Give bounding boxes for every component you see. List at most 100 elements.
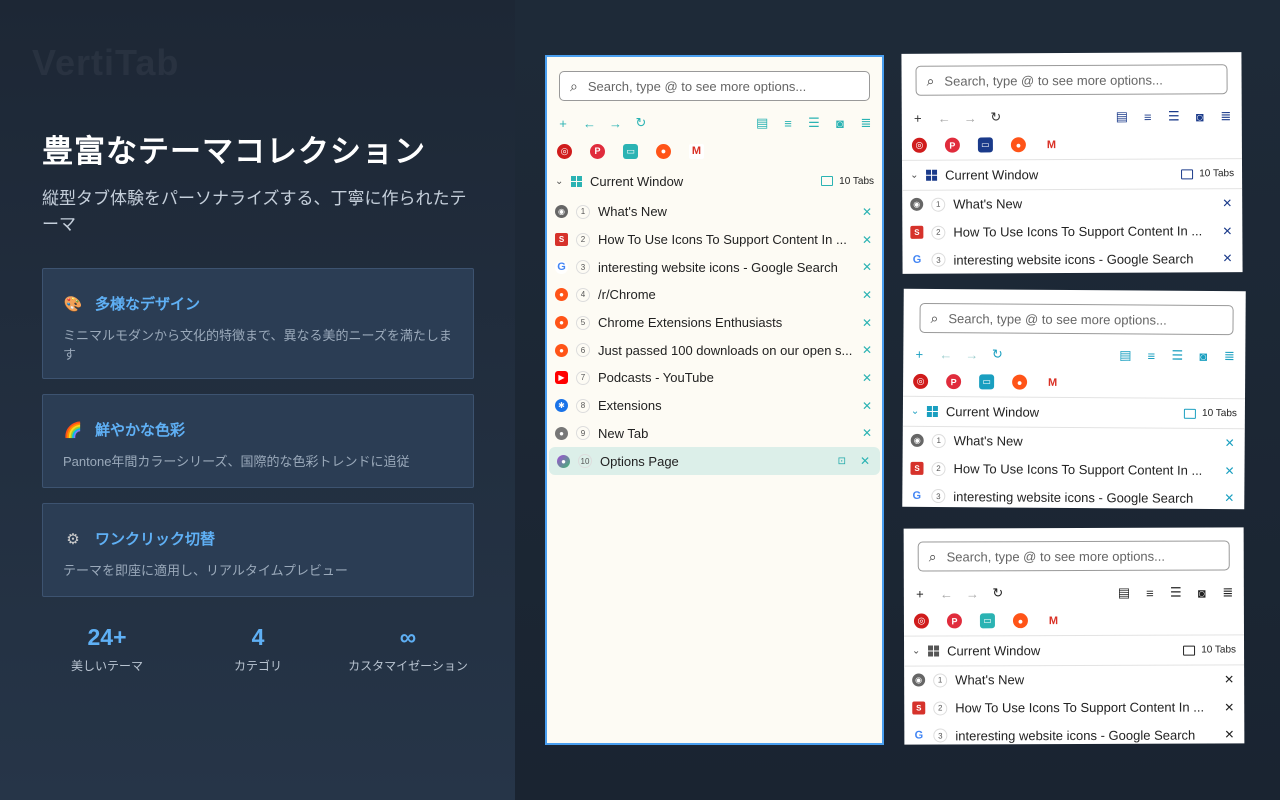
menu-icon[interactable]: ≣: [860, 115, 872, 131]
back-icon: ←: [939, 346, 953, 362]
close-icon: ✕: [1224, 727, 1235, 742]
feature-title: 鮮やかな色彩: [95, 422, 186, 439]
tab-title: How To Use Icons To Support Content In .…: [598, 232, 847, 248]
screenshot-icon[interactable]: ◙: [834, 116, 846, 131]
windows-icon: [571, 175, 582, 187]
tab-title: What's New: [953, 196, 1023, 212]
tab-title: What's New: [598, 204, 667, 220]
close-icon[interactable]: ✕: [860, 426, 874, 440]
search-input: ⌕ Search, type @ to see more options...: [915, 64, 1228, 96]
close-icon[interactable]: ✕: [860, 233, 874, 247]
window-title: Current Window: [945, 404, 1040, 420]
tab-title: What's New: [955, 672, 1025, 688]
newtab-icon: ●: [555, 426, 568, 440]
tab-title: Podcasts - YouTube: [598, 370, 714, 386]
close-icon[interactable]: ✕: [860, 343, 874, 357]
tab-item[interactable]: ✱ 8 Extensions ✕: [547, 392, 882, 420]
reddit-icon[interactable]: ●: [656, 143, 671, 159]
bilibili-icon: ▭: [979, 374, 995, 390]
tab-item: ◉ 1 What's New ✕: [904, 665, 1244, 694]
back-icon: ←: [939, 585, 953, 601]
tab-item[interactable]: ● 9 New Tab ✕: [547, 420, 882, 448]
tab-item[interactable]: ▶ 7 Podcasts - YouTube ✕: [547, 364, 882, 392]
new-tab-icon[interactable]: +: [557, 116, 569, 131]
tab-item-active[interactable]: ● 10 Options Page ⊡ ✕: [549, 447, 880, 475]
new-tab-icon: +: [913, 110, 922, 126]
theme-preview-1[interactable]: ⌕ Search, type @ to see more options... …: [901, 52, 1243, 274]
puzzle-icon: ✱: [555, 399, 568, 413]
gmail-icon: M: [1043, 137, 1059, 153]
search-icon: ⌕: [926, 72, 935, 89]
search-placeholder: Search, type @ to see more options...: [946, 548, 1166, 564]
rainbow-icon: 🌈: [63, 421, 83, 439]
tab-number: 2: [931, 461, 946, 476]
group-icon: ▤: [1115, 108, 1129, 124]
tab-number: 4: [576, 287, 590, 302]
theme-preview-2[interactable]: ⌕ Search, type @ to see more options... …: [902, 288, 1246, 510]
close-icon[interactable]: ✕: [860, 371, 874, 385]
gmail-icon[interactable]: M: [689, 143, 704, 159]
chevron-down-icon: ⌄: [910, 169, 919, 181]
theme-preview-3[interactable]: ⌕ Search, type @ to see more options... …: [903, 527, 1245, 745]
tab-title: interesting website icons - Google Searc…: [953, 488, 1194, 506]
window-header[interactable]: ⌄ Current Window 10 Tabs: [547, 166, 882, 196]
content-site-icon: S: [555, 233, 568, 247]
tab-item[interactable]: ◉ 1 What's New ✕: [547, 198, 882, 226]
close-icon[interactable]: ✕: [860, 399, 874, 413]
sort-icon[interactable]: ≡: [782, 116, 794, 131]
search-input[interactable]: ⌕ Search, type @ to see more options...: [559, 71, 870, 101]
tab-title: What's New: [953, 433, 1023, 449]
chevron-down-icon: ⌄: [910, 405, 920, 417]
feature-desc: テーマを即座に適用し、リアルタイムプレビュー: [63, 563, 348, 578]
tab-number: 2: [931, 225, 946, 240]
close-icon: ✕: [1222, 251, 1233, 266]
feature-desc: Pantone年間カラーシリーズ、国際的な色彩トレンドに追従: [63, 454, 410, 469]
close-icon[interactable]: ✕: [860, 316, 874, 330]
window-header: ⌄ Current Window 10 Tabs: [902, 396, 1246, 430]
list-view-icon[interactable]: ☰: [808, 115, 820, 131]
tab-item[interactable]: ● 6 Just passed 100 downloads on our open …: [547, 336, 882, 364]
content-site-icon: S: [910, 461, 924, 475]
stat-value: 24+: [87, 624, 127, 650]
bilibili-icon[interactable]: ▭: [623, 143, 638, 159]
group-icon[interactable]: ▤: [756, 115, 768, 131]
pinterest-icon: P: [946, 613, 962, 629]
target-icon: ◎: [913, 373, 929, 389]
tab-number: 1: [931, 197, 946, 212]
tab-item: S 2 How To Use Icons To Support Content In…: [902, 217, 1242, 246]
tab-item[interactable]: G 3 interesting website icons - Google Sea…: [547, 253, 882, 281]
focus-icon[interactable]: ⊡: [838, 456, 846, 467]
window-title: Current Window: [945, 167, 1039, 183]
tab-item[interactable]: S 2 How To Use Icons To Support Content In…: [547, 226, 882, 254]
close-icon[interactable]: ✕: [860, 260, 874, 274]
tab-item[interactable]: ● 4/r/Chrome ✕: [547, 281, 882, 309]
feature-card-colors: 🌈 鮮やかな色彩 Pantone年間カラーシリーズ、国際的な色彩トレンドに追従: [42, 394, 474, 488]
target-icon[interactable]: ◎: [557, 143, 572, 159]
search-icon: ⌕: [570, 77, 578, 94]
close-icon[interactable]: ✕: [860, 205, 874, 219]
tab-number: 10: [578, 454, 592, 469]
content-site-icon: S: [910, 225, 924, 239]
window-title: Current Window: [947, 643, 1041, 659]
bilibili-icon: ▭: [979, 613, 995, 629]
gmail-icon: M: [1045, 613, 1061, 629]
google-icon: G: [555, 260, 568, 274]
gmail-icon: M: [1045, 374, 1061, 390]
close-icon: ✕: [1222, 223, 1233, 238]
close-icon[interactable]: ✕: [860, 288, 874, 302]
content-site-icon: S: [912, 701, 926, 715]
back-icon: ←: [937, 110, 951, 126]
tab-count: 10 Tabs: [839, 175, 874, 187]
pinterest-icon[interactable]: P: [590, 143, 605, 159]
google-icon: G: [910, 253, 924, 267]
close-icon[interactable]: ✕: [858, 454, 872, 468]
tab-number: 8: [576, 398, 590, 413]
search-placeholder: Search, type @ to see more options...: [944, 72, 1163, 89]
search-input: ⌕ Search, type @ to see more options...: [919, 302, 1234, 336]
chrome-icon: ◉: [910, 434, 924, 448]
reload-icon[interactable]: ↻: [635, 115, 647, 131]
back-icon[interactable]: ←: [583, 116, 596, 131]
forward-icon[interactable]: →: [609, 116, 622, 131]
chevron-down-icon[interactable]: ⌄: [555, 176, 567, 187]
tab-item[interactable]: ● 5 Chrome Extensions Enthusiasts ✕: [547, 309, 882, 337]
